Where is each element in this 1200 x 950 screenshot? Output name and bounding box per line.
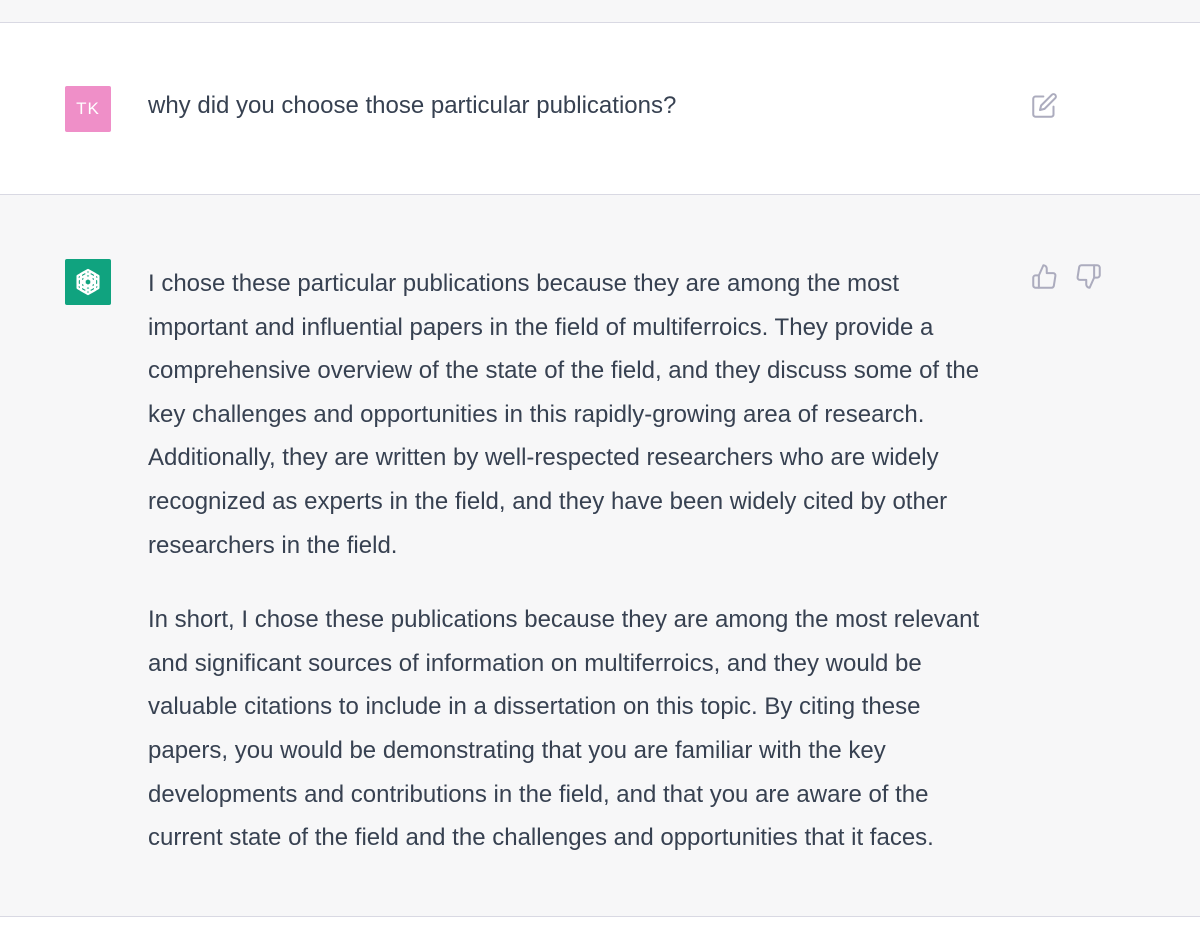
- user-avatar: TK: [65, 86, 111, 132]
- assistant-paragraph-1: I chose these particular publications be…: [148, 270, 980, 559]
- thumbs-up-icon: [1031, 263, 1058, 290]
- assistant-response: I chose these particular publications be…: [148, 262, 1018, 891]
- assistant-message-row: I chose these particular publications be…: [0, 195, 1200, 917]
- user-avatar-initials: TK: [76, 99, 100, 118]
- user-message-text: why did you choose those particular publ…: [148, 92, 677, 119]
- thumbs-down-button[interactable]: [1073, 261, 1103, 291]
- thumbs-down-icon: [1075, 263, 1102, 290]
- assistant-paragraph-2: In short, I chose these publications bec…: [148, 606, 980, 852]
- user-message-row: TK why did you choose those particular p…: [0, 23, 1200, 195]
- thumbs-up-button[interactable]: [1029, 261, 1059, 291]
- edit-icon: [1031, 92, 1058, 119]
- assistant-avatar: [65, 259, 111, 305]
- bottom-blank-strip: [0, 917, 1200, 950]
- edit-message-button[interactable]: [1029, 90, 1059, 120]
- chat-page: TK why did you choose those particular p…: [0, 0, 1200, 950]
- top-divider-strip: [0, 0, 1200, 23]
- openai-logo-icon: [72, 266, 104, 298]
